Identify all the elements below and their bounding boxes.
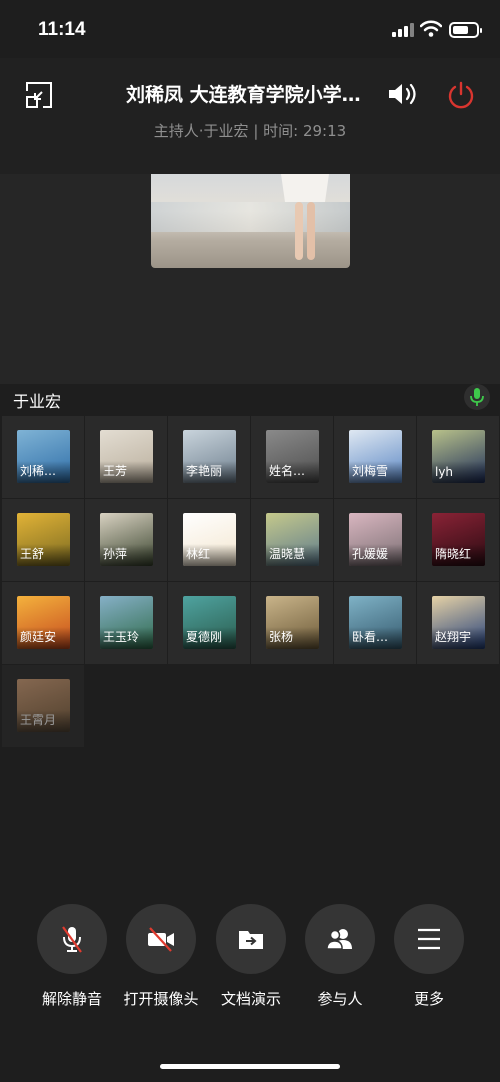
participants-label: 参与人: [317, 990, 363, 1008]
turn-on-camera-label: 打开摄像头: [123, 990, 199, 1008]
participant-tile[interactable]: 颜廷安: [2, 582, 84, 664]
participant-tile[interactable]: 刘稀…: [2, 416, 84, 498]
cellular-signal-icon: [392, 23, 414, 37]
participant-avatar: 卧看…: [349, 596, 402, 649]
more-label: 更多: [413, 990, 444, 1008]
leave-meeting-power-icon[interactable]: [446, 80, 476, 110]
participants-icon: [326, 929, 352, 950]
participant-tile[interactable]: 张杨: [251, 582, 333, 664]
main-video-stream[interactable]: [151, 174, 350, 268]
participant-avatar: 夏德刚: [183, 596, 236, 649]
participant-avatar: 赵翔宇: [432, 596, 485, 649]
participant-avatar: 温晓慧: [266, 513, 319, 566]
document-share-icon: [239, 931, 263, 949]
participant-avatar: 孔媛媛: [349, 513, 402, 566]
participant-tile[interactable]: 王舒: [2, 499, 84, 581]
participant-avatar: 王芳: [100, 430, 153, 483]
wifi-icon: [420, 20, 442, 37]
host-and-duration: 主持人·于业宏 | 时间: 29:13: [153, 122, 347, 140]
participant-tile[interactable]: 李艳丽: [168, 416, 250, 498]
participant-name: 孔媛媛: [352, 547, 389, 561]
more-button[interactable]: 更多: [384, 904, 474, 1014]
participant-name: lyh: [435, 465, 454, 479]
participant-avatar: 王舒: [17, 513, 70, 566]
participant-tile[interactable]: 孔媛媛: [334, 499, 416, 581]
participant-name: 温晓慧: [269, 547, 306, 561]
participant-avatar: 李艳丽: [183, 430, 236, 483]
participant-avatar: 林红: [183, 513, 236, 566]
participant-avatar: 姓名…: [266, 430, 319, 483]
status-bar: 11:14: [0, 0, 500, 58]
active-mic-badge: [464, 384, 490, 410]
participant-tile[interactable]: 王玉玲: [85, 582, 167, 664]
participant-avatar: lyh: [432, 430, 485, 483]
participant-tile[interactable]: 王霄月: [2, 665, 84, 747]
participant-name: 夏德刚: [186, 630, 223, 644]
participants-grid: 刘稀… 王芳 李艳丽 姓名… 刘梅雪 lyh 王舒 孙萍 林红 温晓慧 孔媛媛 隋晓红颜廷安 王玉玲 夏德…: [2, 416, 499, 916]
participant-name: 赵翔宇: [435, 630, 472, 644]
mic-active-icon: [470, 388, 484, 406]
participant-tile[interactable]: 隋晓红: [417, 499, 499, 581]
participant-name: 王舒: [20, 547, 45, 561]
participant-name: 卧看…: [352, 630, 389, 644]
participant-name: 孙萍: [103, 547, 128, 561]
camera-off-icon: [148, 927, 174, 952]
participant-name: 王芳: [103, 464, 128, 478]
participant-tile[interactable]: lyh: [417, 416, 499, 498]
active-speaker-row: 于业宏: [0, 384, 500, 416]
unmute-label: 解除静音: [41, 990, 102, 1008]
status-time: 11:14: [38, 19, 86, 40]
meeting-header: 刘稀凤 大连教育学院小学… 主持人·于业宏 | 时间: 29:13: [0, 58, 500, 174]
participant-avatar: 王霄月: [17, 679, 70, 732]
participant-name: 林红: [186, 547, 211, 561]
participant-avatar: 孙萍: [100, 513, 153, 566]
participant-avatar: 刘稀…: [17, 430, 70, 483]
more-menu-icon: [418, 928, 440, 950]
participant-tile[interactable]: 林红: [168, 499, 250, 581]
turn-on-camera-button[interactable]: 打开摄像头: [116, 904, 206, 1014]
participant-tile[interactable]: 孙萍: [85, 499, 167, 581]
participant-name: 姓名…: [269, 464, 306, 478]
battery-icon: [449, 22, 482, 38]
participant-tile[interactable]: 赵翔宇: [417, 582, 499, 664]
speaker-icon[interactable]: [387, 80, 419, 108]
participant-tile[interactable]: 夏德刚: [168, 582, 250, 664]
participant-avatar: 隋晓红: [432, 513, 485, 566]
participants-button[interactable]: 参与人: [295, 904, 385, 1014]
participant-avatar: 王玉玲: [100, 596, 153, 649]
participant-tile[interactable]: 卧看…: [334, 582, 416, 664]
participant-name: 刘稀…: [20, 464, 57, 478]
participant-name: 隋晓红: [435, 547, 472, 561]
main-video-area[interactable]: [0, 174, 500, 384]
active-speaker-name: 于业宏: [13, 392, 62, 411]
participant-name: 王玉玲: [103, 630, 140, 644]
participant-name: 张杨: [269, 630, 294, 644]
participant-name: 李艳丽: [186, 464, 223, 478]
participant-name: 王霄月: [20, 713, 57, 727]
minimize-window-icon[interactable]: [24, 80, 54, 110]
unmute-button[interactable]: 解除静音: [27, 904, 117, 1014]
document-share-button[interactable]: 文档演示: [206, 904, 296, 1014]
control-bar: 解除静音 打开摄像头 文档演示 参与人 更多: [0, 900, 500, 1020]
participant-avatar: 张杨: [266, 596, 319, 649]
meeting-title: 刘稀凤 大连教育学院小学…: [126, 84, 361, 106]
participant-tile[interactable]: 王芳: [85, 416, 167, 498]
document-share-label: 文档演示: [220, 990, 281, 1008]
home-indicator: [160, 1064, 340, 1069]
participant-avatar: 颜廷安: [17, 596, 70, 649]
participant-tile[interactable]: 刘梅雪: [334, 416, 416, 498]
participant-tile[interactable]: 温晓慧: [251, 499, 333, 581]
participant-avatar: 刘梅雪: [349, 430, 402, 483]
participant-tile[interactable]: 姓名…: [251, 416, 333, 498]
participant-name: 刘梅雪: [352, 464, 389, 478]
mic-off-icon: [62, 926, 82, 953]
participant-name: 颜廷安: [20, 630, 57, 644]
